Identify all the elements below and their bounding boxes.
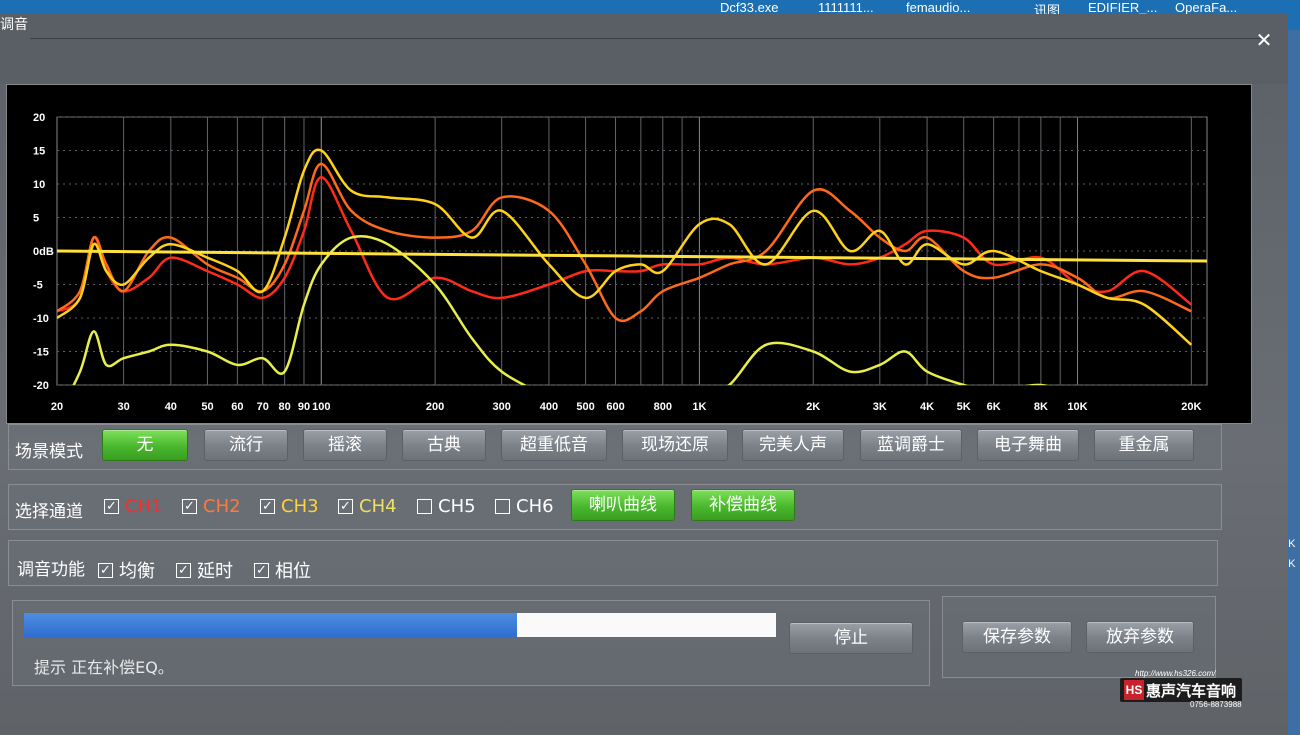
plot-area	[56, 116, 1208, 386]
desktop-icon-label[interactable]: Dcf33.exe	[720, 0, 779, 15]
x-tick-label: 20	[51, 401, 63, 413]
discard-params-button[interactable]: 放弃参数	[1086, 621, 1194, 653]
tuning-checkbox[interactable]: ✓ 延时	[176, 557, 233, 583]
y-tick-label: 0dB	[33, 246, 54, 258]
x-tick-label: 2K	[806, 401, 820, 413]
x-tick-label: 70	[257, 401, 269, 413]
checkbox-box[interactable]: ✓	[260, 499, 275, 514]
eq-graph: 20 15 10 5 0dB -5 -10 -15 -20 20 30 40 50 60 70 80 90 100…	[6, 84, 1252, 424]
y-tick-label: 5	[33, 213, 39, 225]
checkbox-box[interactable]	[495, 499, 510, 514]
checkbox-box[interactable]: ✓	[254, 562, 269, 578]
x-tick-label: 4K	[920, 401, 934, 413]
watermark-name: 惠声汽车音响	[1146, 682, 1237, 700]
x-tick-label: 1K	[692, 401, 706, 413]
scene-button[interactable]: 完美人声	[742, 429, 844, 461]
title-divider	[30, 38, 1270, 39]
scene-button[interactable]: 古典	[402, 429, 486, 461]
scene-button[interactable]: 蓝调爵士	[860, 429, 962, 461]
x-tick-label: 10K	[1067, 401, 1087, 413]
x-tick-label: 40	[165, 401, 177, 413]
channel-checkbox[interactable]: ✓ CH4	[338, 496, 397, 517]
close-button[interactable]: ✕	[1252, 28, 1276, 52]
channel-checkbox[interactable]: ✓ CH3	[260, 496, 319, 517]
channel-label: CH5	[438, 496, 476, 517]
scene-button[interactable]: 现场还原	[622, 429, 728, 461]
watermark-logo: HS	[1124, 680, 1144, 700]
checkbox-box[interactable]: ✓	[98, 562, 113, 578]
tuning-checkbox[interactable]: ✓ 均衡	[98, 557, 155, 583]
x-tick-label: 20K	[1181, 401, 1201, 413]
tuning-function-label: 调音功能	[17, 560, 85, 580]
x-tick-label: 60	[231, 401, 243, 413]
y-tick-label: -5	[33, 280, 43, 292]
y-tick-label: -15	[33, 347, 49, 359]
channel-checkbox[interactable]: ✓ CH2	[182, 496, 241, 517]
desktop-icon-label[interactable]: 1111111...	[818, 0, 874, 15]
tuning-label: 相位	[275, 561, 311, 582]
y-tick-label: 15	[33, 146, 45, 158]
x-tick-label: 200	[426, 401, 444, 413]
x-tick-label: 80	[279, 401, 291, 413]
eq-graph-svg: 20151050dB-5-10-15-2020 30 40 50 60 70 80 90 100…	[33, 112, 1208, 413]
title-bar: 调音 ✕	[0, 14, 1288, 84]
progress-fill	[24, 613, 517, 637]
channel-label: CH3	[281, 496, 319, 517]
y-tick-label: -10	[33, 313, 49, 325]
x-tick-label: 30	[117, 401, 129, 413]
x-tick-label: 5K	[957, 401, 971, 413]
desktop-icon-label[interactable]: EDIFIER_...	[1088, 0, 1157, 15]
channel-checkbox[interactable]: CH5	[417, 496, 476, 517]
checkbox-box[interactable]: ✓	[182, 499, 197, 514]
window-title: 调音	[0, 16, 28, 32]
channel-checkbox[interactable]: CH6	[495, 496, 554, 517]
x-tick-label: 600	[606, 401, 624, 413]
tuning-checkbox[interactable]: ✓ 相位	[254, 557, 311, 583]
x-tick-label: 300	[493, 401, 511, 413]
scene-button[interactable]: 电子舞曲	[977, 429, 1079, 461]
desktop-icon-label[interactable]: femaudio...	[906, 0, 970, 15]
scene-mode-label: 场景模式	[15, 442, 83, 462]
scene-button[interactable]: 流行	[204, 429, 288, 461]
x-tick-label: 800	[654, 401, 672, 413]
checkbox-box[interactable]: ✓	[176, 562, 191, 578]
speaker-curve-button[interactable]: 喇叭曲线	[571, 489, 675, 521]
x-tick-label: 50	[201, 401, 213, 413]
x-tick-label: 3K	[873, 401, 887, 413]
scene-button[interactable]: 摇滚	[303, 429, 387, 461]
desktop-icon-label[interactable]: OperaFa...	[1175, 0, 1237, 15]
channel-label: CH6	[516, 496, 554, 517]
x-tick-label: 500	[576, 401, 594, 413]
y-tick-label: -20	[33, 380, 49, 392]
progress-bar	[24, 613, 776, 637]
save-params-button[interactable]: 保存参数	[962, 621, 1072, 653]
compensation-curve-button[interactable]: 补偿曲线	[691, 489, 795, 521]
checkbox-box[interactable]: ✓	[104, 499, 119, 514]
channel-checkbox[interactable]: ✓ CH1	[104, 496, 163, 517]
channel-label: CH2	[203, 496, 241, 517]
watermark-url: http://www.hs326.com/	[1135, 669, 1216, 678]
channel-label: CH4	[359, 496, 397, 517]
x-tick-label: 8K	[1034, 401, 1048, 413]
checkbox-box[interactable]	[417, 499, 432, 514]
x-tick-label: 400	[540, 401, 558, 413]
channel-label: CH1	[125, 496, 163, 517]
x-tick-label: 100	[312, 401, 330, 413]
checkbox-box[interactable]: ✓	[338, 499, 353, 514]
tuning-label: 延时	[197, 561, 233, 582]
x-tick-label: 6K	[987, 401, 1001, 413]
scene-button[interactable]: 无	[102, 429, 188, 461]
scene-button[interactable]: 超重低音	[501, 429, 607, 461]
stop-button[interactable]: 停止	[789, 622, 913, 654]
channel-select-label: 选择通道	[15, 502, 83, 522]
y-tick-label: 20	[33, 112, 45, 124]
tuning-window: 调音 ✕ 20 15 10 5 0dB -5 -10 -15 -20 20 30 40 50 60 70 80…	[0, 14, 1288, 735]
watermark-phone: 0756-8873988	[1190, 700, 1242, 709]
scene-button[interactable]: 重金属	[1094, 429, 1194, 461]
x-tick-label: 90	[298, 401, 310, 413]
y-tick-label: 10	[33, 179, 45, 191]
status-hint: 提示 正在补偿EQ。	[34, 658, 174, 677]
tuning-label: 均衡	[119, 561, 155, 582]
